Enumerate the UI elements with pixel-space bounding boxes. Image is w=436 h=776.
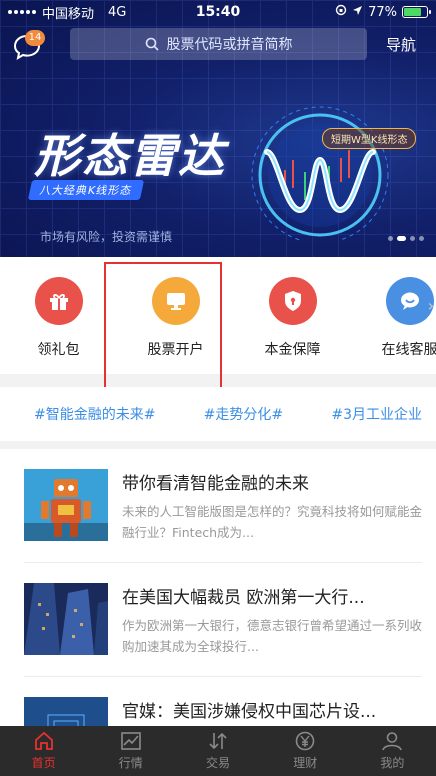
carrier-label: 中国移动	[42, 6, 95, 22]
news-item[interactable]: 官媒：美国涉嫌侵权中国芯片设...	[24, 677, 422, 726]
tab-trade[interactable]: 交易	[174, 726, 261, 776]
news-summary: 作为欧洲第一大银行，德意志银行曾希望通过一系列收购加速其成为全球投行...	[122, 618, 423, 654]
tab-label: 行情	[118, 756, 143, 770]
radar-w-graphic	[251, 106, 389, 240]
news-thumbnail-skyscrapers	[24, 583, 108, 655]
news-title: 在美国大幅裁员 欧洲第一大行...	[122, 588, 365, 608]
location-icon	[352, 5, 363, 20]
tab-market[interactable]: 行情	[87, 726, 174, 776]
tab-mine[interactable]: 我的	[349, 726, 436, 776]
banner-pagination	[388, 236, 424, 241]
quick-entry-label: 本金保障	[264, 342, 321, 358]
status-bar: 中国移动 4G 15:40 77%	[0, 0, 436, 24]
search-input[interactable]: 股票代码或拼音简称	[70, 28, 367, 60]
search-icon	[145, 37, 159, 51]
quick-entry-gift[interactable]: 领礼包	[0, 257, 117, 374]
tab-wealth[interactable]: 理财	[262, 726, 349, 776]
news-item[interactable]: 带你看清智能金融的未来 未来的人工智能版图是怎样的？究竟科技将如何赋能金融行业？…	[24, 449, 422, 563]
hashtag-row: #智能金融的未来# #走势分化# #3月工业企业	[0, 387, 436, 441]
lock-rotation-icon	[335, 4, 347, 20]
gift-icon	[34, 277, 83, 325]
chart-icon	[120, 732, 141, 750]
banner-subtitle: 八大经典K线形态	[27, 180, 145, 200]
quick-entry-label: 在线客服	[381, 342, 436, 358]
signal-icon	[8, 10, 36, 14]
news-thumbnail-chip	[24, 697, 108, 726]
chat-bubble-icon	[385, 277, 434, 325]
news-list: 带你看清智能金融的未来 未来的人工智能版图是怎样的？究竟科技将如何赋能金融行业？…	[0, 449, 436, 726]
network-label: 4G	[108, 4, 127, 20]
tab-label: 交易	[206, 756, 231, 770]
hashtag-link[interactable]: #3月工业企业	[331, 404, 422, 424]
highlight-box	[104, 262, 222, 395]
tab-home[interactable]: 首页	[0, 726, 87, 776]
chevron-right-icon[interactable]: ›	[428, 296, 434, 315]
news-title: 带你看清智能金融的未来	[122, 474, 309, 494]
yen-icon	[295, 731, 315, 751]
bottom-tab-bar: 首页 行情 交易 理财 我的	[0, 726, 436, 776]
quick-entry-online-service[interactable]: 在线客服	[351, 257, 436, 374]
tab-label: 首页	[31, 756, 56, 770]
nav-button[interactable]: 导航	[386, 34, 416, 55]
quick-entry-label: 领礼包	[37, 342, 80, 358]
tab-label: 理财	[293, 756, 318, 770]
messages-button[interactable]: 14	[12, 30, 46, 62]
tab-label: 我的	[380, 756, 405, 770]
news-item[interactable]: 在美国大幅裁员 欧洲第一大行... 作为欧洲第一大银行，德意志银行曾希望通过一系…	[24, 563, 422, 677]
quick-entry-principal-guarantee[interactable]: 本金保障	[234, 257, 351, 374]
status-time: 15:40	[195, 4, 241, 20]
banner-title: 形态雷达	[34, 129, 226, 183]
user-icon	[382, 732, 403, 751]
exchange-icon	[209, 732, 227, 750]
hero-banner[interactable]: 中国移动 4G 15:40 77% 14 股票代码或拼音简称 导航 形态雷达 八…	[0, 0, 436, 257]
news-title: 官媒：美国涉嫌侵权中国芯片设...	[122, 702, 377, 722]
hashtag-link[interactable]: #智能金融的未来#	[34, 404, 155, 424]
hashtag-link[interactable]: #走势分化#	[204, 404, 283, 424]
risk-note: 市场有风险，投资需谨慎	[40, 230, 173, 244]
banner-tag: 短期W型K线形态	[322, 128, 417, 149]
search-placeholder: 股票代码或拼音简称	[166, 37, 293, 53]
home-icon	[34, 731, 53, 750]
shield-icon	[268, 277, 317, 325]
battery-icon	[402, 6, 431, 18]
message-count-badge: 14	[25, 30, 45, 46]
news-thumbnail-robot	[24, 469, 108, 541]
battery-percent: 77%	[368, 4, 397, 20]
news-summary: 未来的人工智能版图是怎样的？究竟科技将如何赋能金融行业？Fintech成为...	[122, 504, 423, 540]
